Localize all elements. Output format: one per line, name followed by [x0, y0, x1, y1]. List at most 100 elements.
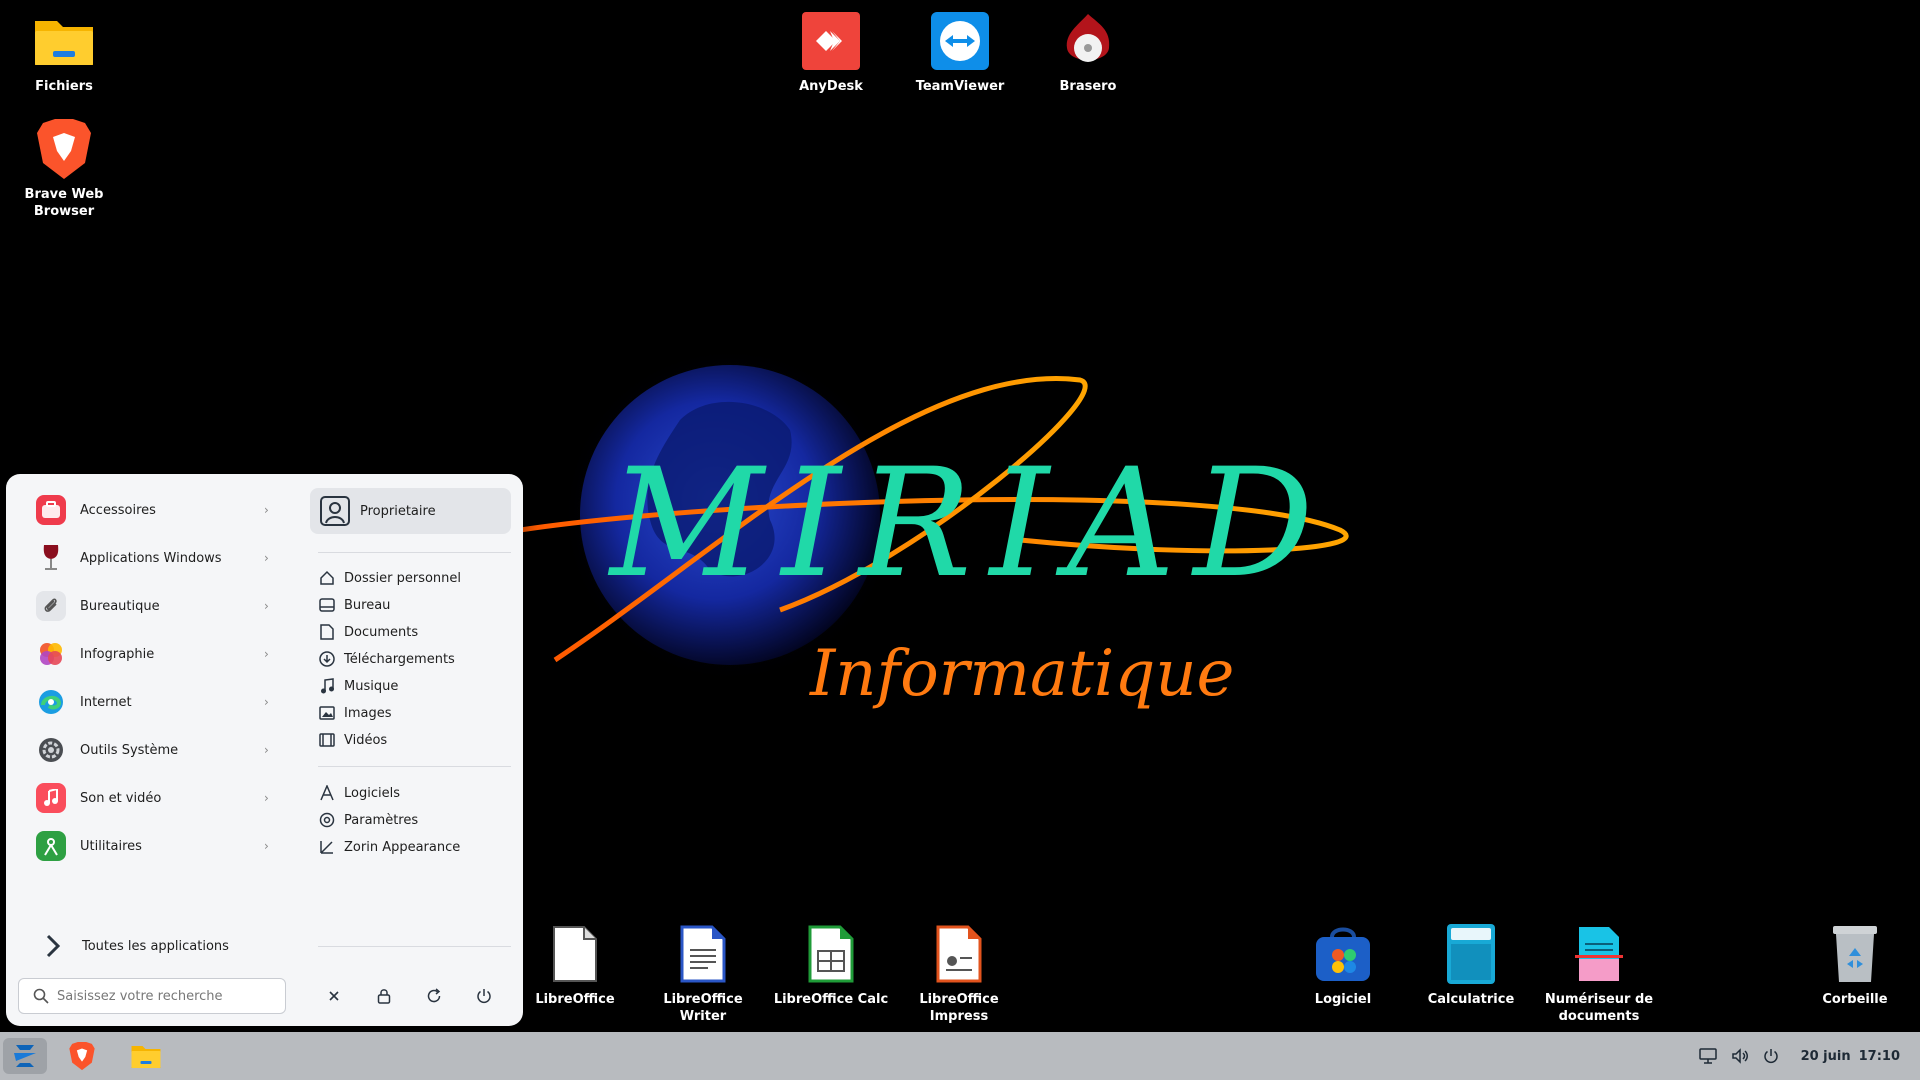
- user-avatar-icon: [320, 496, 350, 526]
- category-applications-windows[interactable]: Applications Windows ›: [28, 537, 286, 579]
- desktop-icon-logiciel[interactable]: Logiciel: [1279, 923, 1407, 1008]
- separator: [318, 552, 511, 553]
- category-internet[interactable]: Internet ›: [28, 681, 286, 723]
- chevron-right-icon: [46, 934, 60, 958]
- search-box[interactable]: [18, 978, 286, 1014]
- brave-icon: [33, 118, 95, 180]
- desktop-icon-label: LibreOffice Calc: [773, 992, 889, 1007]
- chevron-right-icon: ›: [264, 839, 269, 853]
- taskbar-brave-button[interactable]: [60, 1038, 104, 1074]
- image-icon: [318, 704, 336, 722]
- place-label: Documents: [344, 624, 419, 640]
- place-videos[interactable]: Vidéos: [318, 726, 508, 754]
- separator: [318, 946, 511, 947]
- system-zorin-appearance[interactable]: Zorin Appearance: [318, 833, 508, 861]
- place-dossier-personnel[interactable]: Dossier personnel: [318, 564, 508, 592]
- system-tools-icon: [36, 735, 66, 765]
- desktop-icon-impress[interactable]: LibreOffice Impress: [895, 923, 1023, 1025]
- category-label: Bureautique: [80, 598, 160, 614]
- desktop-icon: [318, 596, 336, 614]
- desktop-icon-writer[interactable]: LibreOffice Writer: [639, 923, 767, 1025]
- zorin-logo-icon: [14, 1045, 36, 1067]
- desktop-icon-fichiers[interactable]: Fichiers: [0, 10, 128, 95]
- software-store-icon: [1312, 923, 1374, 985]
- wallpaper-title: MIRIAD: [607, 437, 1332, 611]
- category-bureautique[interactable]: Bureautique ›: [28, 585, 286, 627]
- desktop-icon-libreoffice[interactable]: LibreOffice: [511, 923, 639, 1008]
- place-label: Musique: [344, 678, 399, 694]
- document-icon: [318, 623, 336, 641]
- place-documents[interactable]: Documents: [318, 618, 508, 646]
- zorin-menu-button[interactable]: [3, 1038, 47, 1074]
- taskbar-files-button[interactable]: [124, 1038, 168, 1074]
- wine-icon: [36, 543, 66, 573]
- all-applications-label: Toutes les applications: [82, 938, 229, 954]
- desktop-icon-numeriseur[interactable]: Numériseur de documents: [1535, 923, 1663, 1025]
- category-son-et-video[interactable]: Son et vidéo ›: [28, 777, 286, 819]
- search-icon: [33, 988, 49, 1004]
- place-telechargements[interactable]: Téléchargements: [318, 645, 508, 673]
- place-bureau[interactable]: Bureau: [318, 591, 508, 619]
- system-parametres[interactable]: Paramètres: [318, 806, 508, 834]
- place-musique[interactable]: Musique: [318, 672, 508, 700]
- system-label: Zorin Appearance: [344, 839, 461, 855]
- accessories-icon: [36, 495, 66, 525]
- desktop-icon-label: Numériseur de documents: [1544, 992, 1654, 1024]
- scanner-icon: [1568, 923, 1630, 985]
- desktop-icon-label: Fichiers: [35, 79, 93, 94]
- lock-button[interactable]: [364, 976, 404, 1016]
- category-label: Outils Système: [80, 742, 179, 758]
- desktop-icon-brave[interactable]: Brave Web Browser: [0, 118, 128, 220]
- start-menu: Accessoires › Applications Windows › Bur…: [6, 474, 523, 1026]
- logout-button[interactable]: [314, 976, 354, 1016]
- system-logiciels[interactable]: Logiciels: [318, 779, 508, 807]
- desktop-icon-corbeille[interactable]: Corbeille: [1791, 923, 1919, 1008]
- category-label: Utilitaires: [80, 838, 142, 854]
- desktop-icon-anydesk[interactable]: AnyDesk: [767, 10, 895, 95]
- power-icon[interactable]: [1763, 1048, 1779, 1064]
- desktop-icon-label: Calculatrice: [1427, 992, 1515, 1007]
- impress-icon: [928, 923, 990, 985]
- chevron-right-icon: ›: [264, 791, 269, 805]
- category-accessoires[interactable]: Accessoires ›: [28, 489, 286, 531]
- category-infographie[interactable]: Infographie ›: [28, 633, 286, 675]
- clock-date[interactable]: 20 juin: [1801, 1049, 1851, 1064]
- desktop-icon-teamviewer[interactable]: TeamViewer: [896, 10, 1024, 95]
- libreoffice-icon: [544, 923, 606, 985]
- folder-icon: [33, 10, 95, 72]
- music-icon: [36, 783, 66, 813]
- restart-button[interactable]: [414, 976, 454, 1016]
- chevron-right-icon: ›: [264, 647, 269, 661]
- volume-icon[interactable]: [1731, 1048, 1749, 1064]
- desktop-icon-label: Brave Web Browser: [24, 187, 104, 219]
- folder-icon: [131, 1046, 161, 1068]
- desktop-icon-brasero[interactable]: Brasero: [1024, 10, 1152, 95]
- place-images[interactable]: Images: [318, 699, 508, 727]
- place-label: Dossier personnel: [344, 570, 462, 586]
- category-label: Infographie: [80, 646, 155, 662]
- all-applications-button[interactable]: Toutes les applications: [28, 928, 286, 964]
- clock-time[interactable]: 17:10: [1859, 1049, 1900, 1064]
- place-label: Téléchargements: [344, 651, 455, 667]
- system-tray: 20 juin 17:10: [1698, 1032, 1900, 1080]
- user-account-button[interactable]: Proprietaire: [310, 488, 511, 534]
- desktop-icon-label: AnyDesk: [799, 79, 863, 94]
- search-input[interactable]: [57, 988, 277, 1004]
- desktop-icon-calculatrice[interactable]: Calculatrice: [1407, 923, 1535, 1008]
- desktop-icon-calc[interactable]: LibreOffice Calc: [767, 923, 895, 1008]
- system-label: Paramètres: [344, 812, 419, 828]
- category-utilitaires[interactable]: Utilitaires ›: [28, 825, 286, 867]
- anydesk-icon: [800, 10, 862, 72]
- power-button[interactable]: [464, 976, 504, 1016]
- place-label: Bureau: [344, 597, 391, 613]
- network-icon[interactable]: [1698, 1048, 1717, 1064]
- category-outils-systeme[interactable]: Outils Système ›: [28, 729, 286, 771]
- desktop-icon-label: Logiciel: [1314, 992, 1372, 1007]
- film-icon: [318, 731, 336, 749]
- user-name: Proprietaire: [360, 503, 436, 519]
- utilities-icon: [36, 831, 66, 861]
- trash-icon: [1824, 923, 1886, 985]
- chevron-right-icon: ›: [264, 695, 269, 709]
- edge-icon: [36, 687, 66, 717]
- chevron-right-icon: ›: [264, 551, 269, 565]
